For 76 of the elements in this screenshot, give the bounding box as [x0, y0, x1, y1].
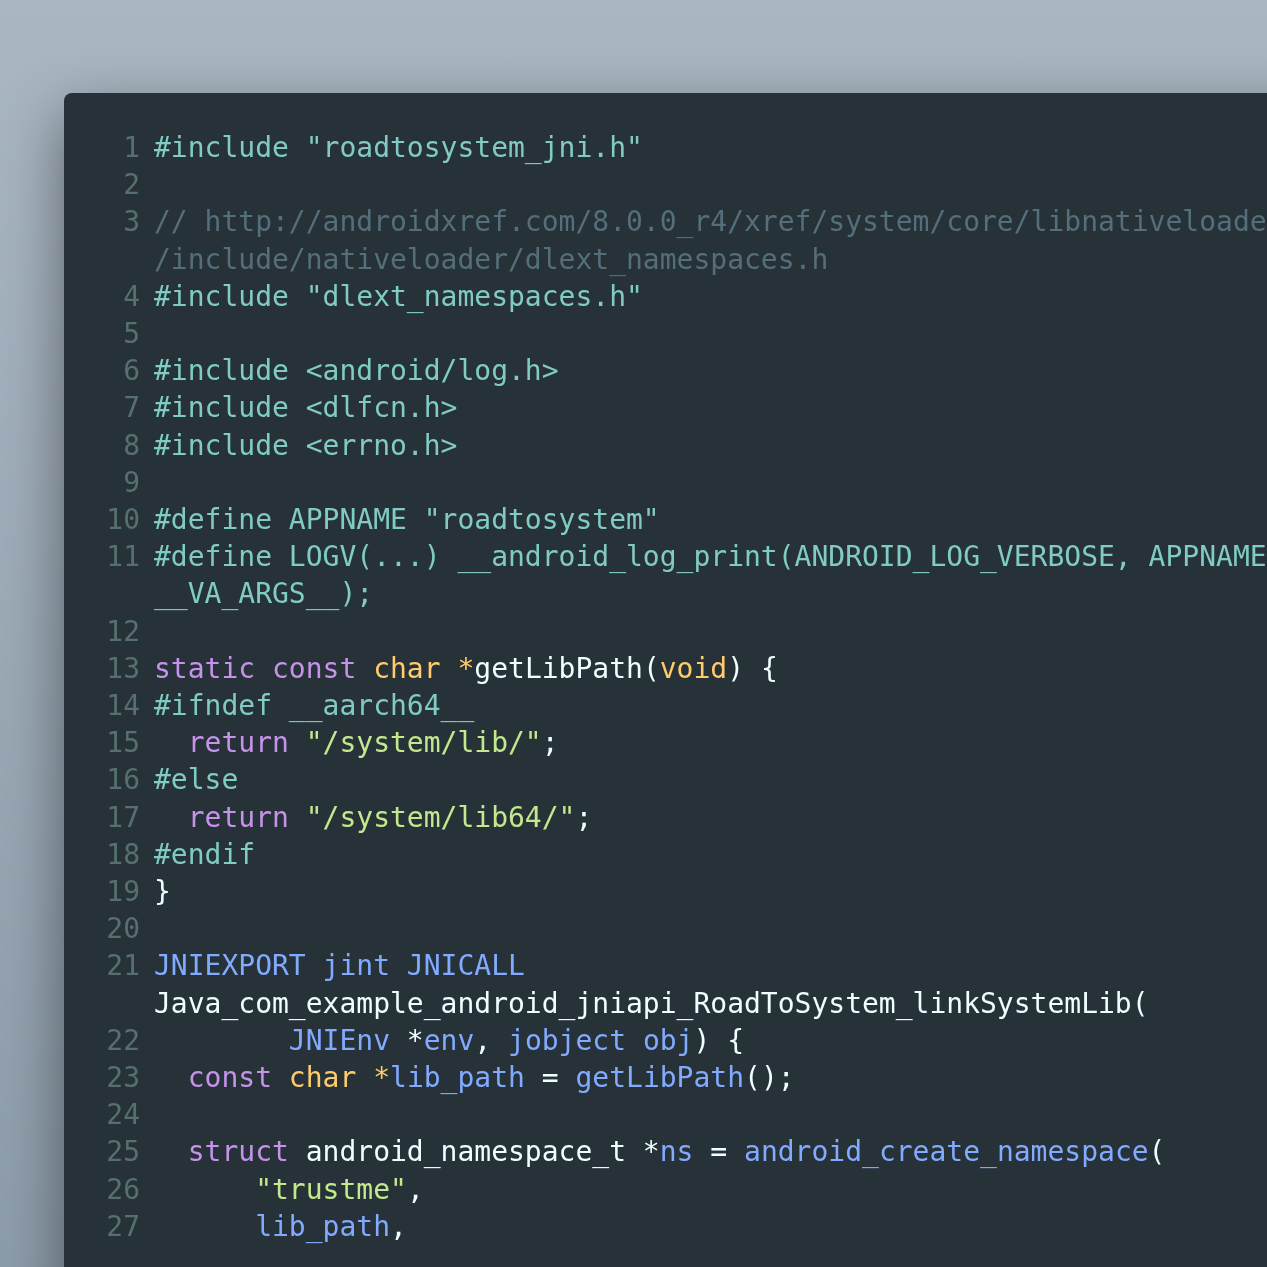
line-number: 23 — [105, 1060, 140, 1096]
code-text: void — [659, 650, 728, 687]
line-number: 10 — [105, 502, 140, 538]
line-number: 14 — [105, 688, 140, 724]
code-text: // http://androidxref.com/8.0.0_r4/xref/system/core/libnativeloade — [154, 204, 1267, 241]
code-text: __VA_ARGS__); — [154, 576, 374, 613]
code-text: = — [540, 1060, 560, 1096]
code-text: = — [709, 1134, 729, 1171]
line-number: 5 — [122, 316, 140, 352]
line-number: 3 — [122, 204, 140, 241]
code-text: /include/nativeloader/dlext_namespaces.h — [154, 241, 829, 278]
code-text: static const — [154, 650, 357, 687]
code-text: , — [390, 1208, 407, 1245]
code-text: lib_path — [390, 1060, 525, 1096]
line-number: 7 — [122, 390, 140, 427]
code-text: * — [405, 1022, 424, 1059]
code-text: #endif — [154, 836, 256, 873]
code-text: android_namespace_t * — [304, 1134, 660, 1171]
code-text: #include <android/log.h> — [154, 353, 559, 390]
code-text: JNIEnv — [287, 1022, 390, 1059]
line-number: 22 — [105, 1022, 140, 1059]
line-number: 6 — [122, 353, 140, 390]
code-text: jobject obj — [508, 1022, 694, 1059]
code-text: ( — [1148, 1134, 1166, 1171]
code-text: char * — [287, 1060, 391, 1096]
line-number: 15 — [105, 725, 140, 762]
code-text: #define LOGV(...) __android_log_print(ANDROID_LOG_VERBOSE, APPNAME — [154, 539, 1267, 576]
code-text: #include <errno.h> — [154, 427, 458, 464]
code-text: ) { — [693, 1022, 745, 1059]
code-text: #include "dlext_namespaces.h" — [154, 278, 643, 315]
line-number: 16 — [105, 762, 140, 799]
code-text: return — [186, 799, 289, 836]
code-text: lib_path — [254, 1208, 390, 1245]
line-number: 8 — [122, 427, 140, 464]
line-number: 19 — [105, 874, 140, 910]
code-text: ) { — [727, 650, 778, 687]
code-text: Java_com_example_android_jniapi_RoadToSystem_linkSystemLib( — [154, 985, 1149, 1022]
line-number: 25 — [105, 1134, 140, 1171]
code-text: "trustme" — [254, 1171, 407, 1208]
line-number: 1 — [122, 130, 140, 166]
code-text: getLibPath — [575, 1060, 745, 1096]
code-text: (); — [744, 1060, 795, 1096]
code-text: env — [423, 1022, 475, 1059]
line-number: 12 — [105, 613, 140, 650]
code-text: #ifndef __aarch64__ — [154, 688, 475, 724]
line-number: 21 — [105, 948, 140, 985]
line-number: 17 — [105, 799, 140, 836]
code-text: const — [186, 1060, 272, 1096]
code-text: android_create_namespace — [744, 1134, 1149, 1171]
code-text: JNIEXPORT jint JNICALL — [154, 948, 525, 985]
line-number: 4 — [122, 278, 140, 315]
code-text: return — [186, 725, 289, 762]
line-number: 11 — [105, 539, 140, 576]
line-number: 20 — [105, 911, 140, 948]
code-text: , — [406, 1171, 424, 1208]
code-text: getLibPath( — [474, 650, 660, 687]
code-text: ; — [541, 725, 559, 762]
line-number: 2 — [122, 167, 140, 204]
code-text: } — [154, 874, 171, 910]
code-text: #define APPNAME "roadtosystem" — [154, 502, 660, 538]
line-number: 9 — [122, 464, 140, 501]
code-text: , — [474, 1022, 493, 1059]
line-number: 13 — [105, 650, 140, 687]
code-text: "/system/lib/" — [304, 725, 542, 762]
code-text: struct — [186, 1134, 289, 1171]
code-text: "/system/lib64/" — [304, 799, 576, 836]
code-text: #include "roadtosystem_jni.h" — [154, 130, 643, 166]
line-number: 27 — [105, 1208, 140, 1245]
code-text: ; — [575, 799, 593, 836]
code-text: ns — [659, 1134, 694, 1171]
code-text: #include <dlfcn.h> — [154, 390, 458, 427]
line-number: 18 — [105, 836, 140, 873]
code-text: #else — [154, 762, 239, 799]
code-text: char * — [372, 650, 475, 687]
line-number: 26 — [105, 1171, 140, 1208]
line-number: 24 — [105, 1097, 140, 1134]
